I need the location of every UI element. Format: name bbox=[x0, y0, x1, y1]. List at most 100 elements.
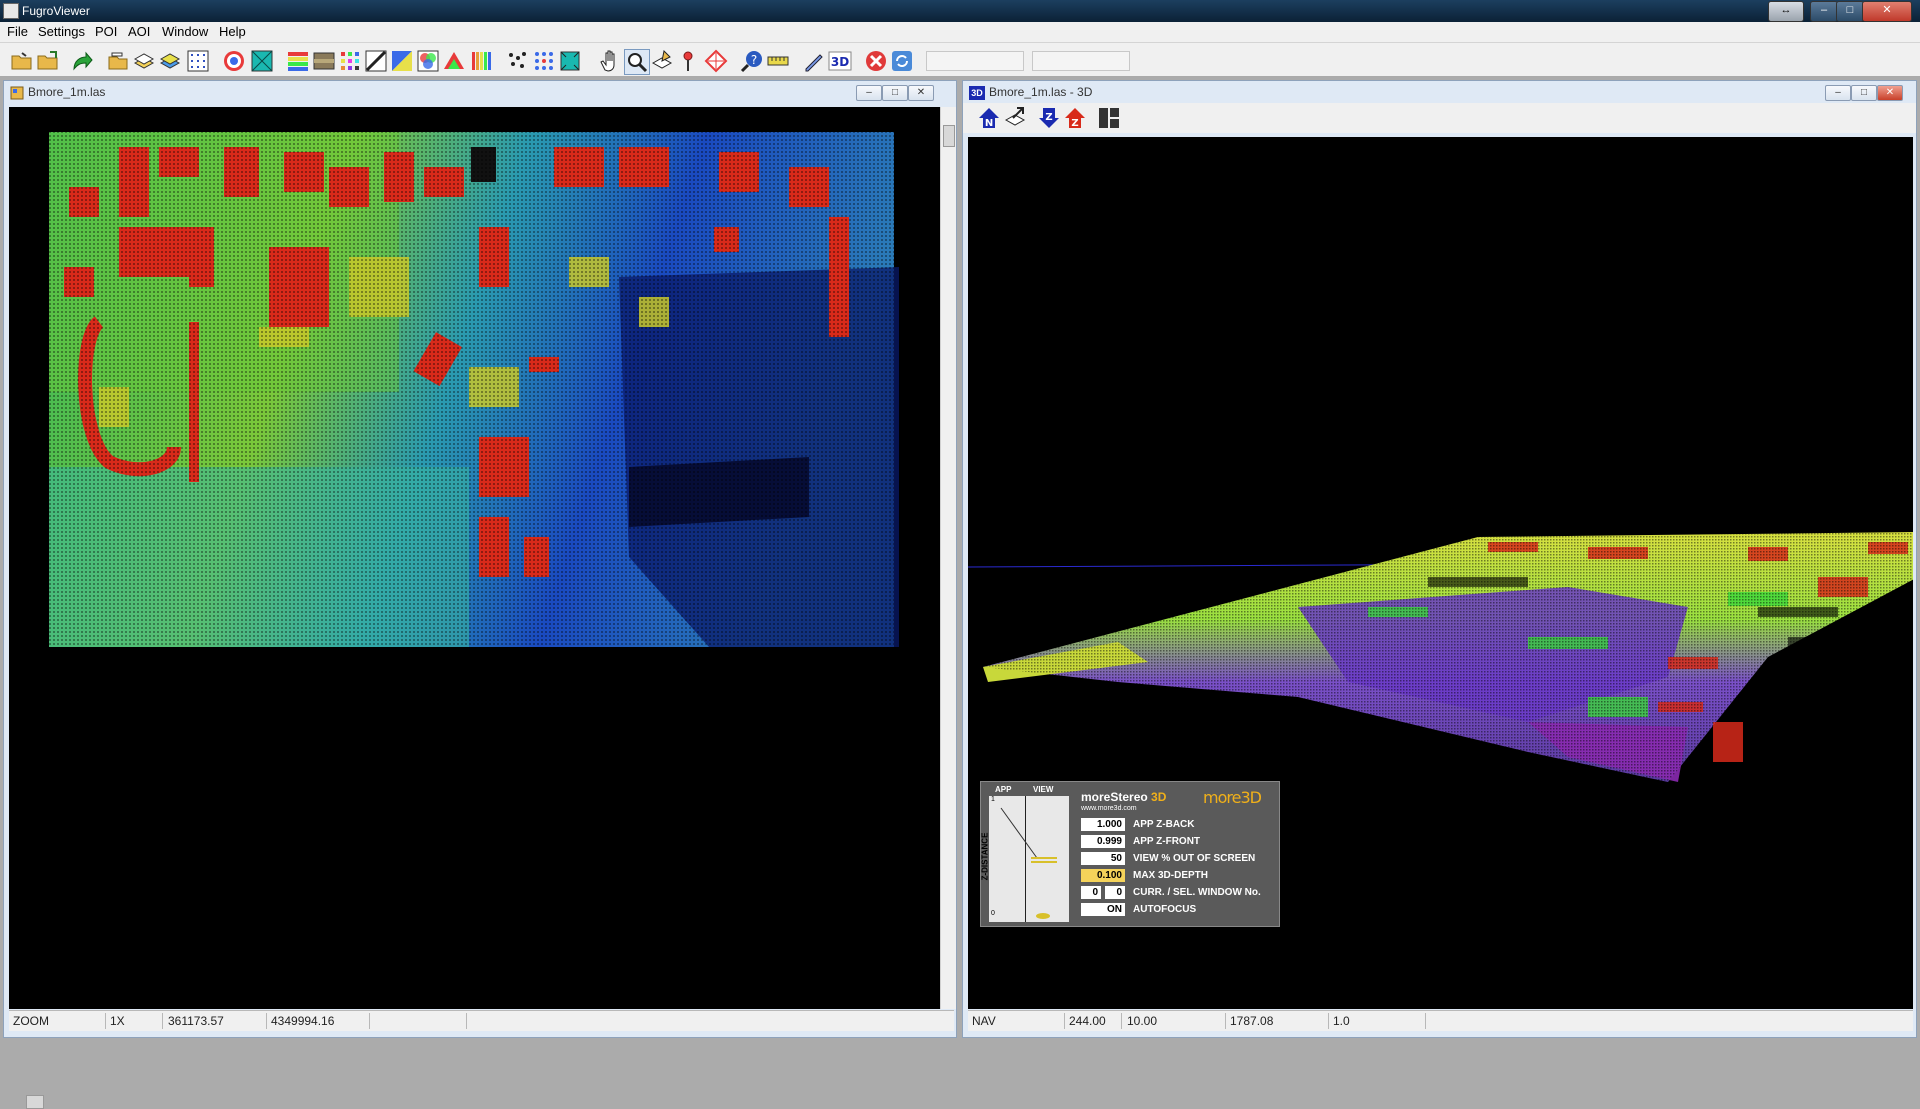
profile-icon[interactable] bbox=[650, 49, 674, 73]
lidar-raster bbox=[49, 132, 899, 647]
menu-aoi[interactable]: AOI bbox=[128, 24, 150, 39]
layers-stack-icon[interactable] bbox=[132, 49, 156, 73]
menu-file[interactable]: File bbox=[7, 24, 28, 39]
slope-icon[interactable] bbox=[364, 49, 388, 73]
layout-icon[interactable] bbox=[1097, 106, 1121, 130]
selected-window-value[interactable]: 0 bbox=[1105, 886, 1125, 899]
left-minimize-button[interactable]: – bbox=[856, 85, 882, 101]
ruler-icon[interactable] bbox=[766, 49, 790, 73]
minimize-button[interactable]: – bbox=[1810, 1, 1838, 22]
svg-text:?: ? bbox=[751, 53, 757, 67]
brand-url: www.more3d.com bbox=[1081, 805, 1137, 812]
menu-bar: File Settings POI AOI Window Help bbox=[0, 22, 1920, 43]
zoom-status: 1X bbox=[106, 1013, 163, 1029]
h-scroll-thumb[interactable] bbox=[26, 1095, 44, 1109]
close-red-icon[interactable] bbox=[864, 49, 888, 73]
3d-status-value-1: 244.00 bbox=[1065, 1013, 1122, 1029]
right-window-title-bar: 3D Bmore_1m.las - 3D bbox=[969, 81, 1092, 103]
left-vertical-scrollbar[interactable] bbox=[940, 107, 956, 1009]
left-view-window: Bmore_1m.las – □ ✕ ZOOM 1X 361173.57 434… bbox=[3, 80, 957, 1109]
color-ramp-icon[interactable] bbox=[286, 49, 310, 73]
elevation-spectrum-icon[interactable] bbox=[442, 49, 466, 73]
right-maximize-button[interactable]: □ bbox=[1851, 85, 1877, 101]
open-folder-icon[interactable] bbox=[36, 49, 60, 73]
z-down-icon[interactable]: Z bbox=[1037, 106, 1061, 130]
grid-points-icon[interactable] bbox=[186, 49, 210, 73]
menu-poi[interactable]: POI bbox=[95, 24, 117, 39]
layers-color-icon[interactable] bbox=[158, 49, 182, 73]
pin-icon[interactable] bbox=[676, 49, 700, 73]
point-cloud-2d-view[interactable] bbox=[9, 107, 940, 1009]
app-icon bbox=[3, 3, 19, 19]
query-info-icon[interactable]: ? bbox=[740, 49, 764, 73]
scatter-points-icon[interactable] bbox=[470, 49, 494, 73]
svg-text:N: N bbox=[985, 118, 993, 129]
autofocus-value[interactable]: ON bbox=[1081, 903, 1125, 916]
crosshair-icon[interactable] bbox=[704, 49, 728, 73]
view-out-of-screen-value[interactable]: 50 bbox=[1081, 852, 1125, 865]
3d-surface-icon[interactable] bbox=[558, 49, 582, 73]
right-close-button[interactable]: ✕ bbox=[1877, 85, 1903, 101]
menu-help[interactable]: Help bbox=[219, 24, 246, 39]
app-z-front-value[interactable]: 0.999 bbox=[1081, 835, 1125, 848]
export-arrow-icon[interactable] bbox=[70, 49, 94, 73]
pan-hand-icon[interactable] bbox=[598, 49, 622, 73]
left-window-title: Bmore_1m.las bbox=[28, 85, 106, 99]
right-3d-window: 3D Bmore_1m.las - 3D – □ ✕ N Z Z APP VIE… bbox=[962, 80, 1917, 1038]
current-window-value[interactable]: 0 bbox=[1081, 886, 1101, 899]
y-coordinate-status: 4349994.16 bbox=[267, 1013, 370, 1029]
app-column-label: APP bbox=[995, 785, 1012, 794]
svg-text:3D: 3D bbox=[831, 55, 849, 69]
lidar-surface bbox=[983, 532, 1913, 782]
surface-icon[interactable] bbox=[532, 49, 556, 73]
svg-text:Z: Z bbox=[1045, 112, 1052, 123]
layers-open-icon[interactable] bbox=[106, 49, 130, 73]
open-file-icon[interactable] bbox=[10, 49, 34, 73]
intensity-icon[interactable] bbox=[312, 49, 336, 73]
view-column-label: VIEW bbox=[1033, 785, 1054, 794]
right-minimize-button[interactable]: – bbox=[1825, 85, 1851, 101]
3d-status-value-2: 10.00 bbox=[1123, 1013, 1226, 1029]
app-z-back-value[interactable]: 1.000 bbox=[1081, 818, 1125, 831]
toolbar-field-1[interactable] bbox=[926, 51, 1024, 71]
rgb-icon[interactable] bbox=[416, 49, 440, 73]
main-toolbar: ? 3D bbox=[0, 43, 1920, 77]
point-grid-icon[interactable] bbox=[506, 49, 530, 73]
tin-surface-icon[interactable] bbox=[250, 49, 274, 73]
left-maximize-button[interactable]: □ bbox=[882, 85, 908, 101]
window-number-label: CURR. / SEL. WINDOW No. bbox=[1133, 887, 1261, 898]
z-up-icon[interactable]: Z bbox=[1063, 106, 1087, 130]
las-file-icon bbox=[10, 86, 24, 100]
menu-window[interactable]: Window bbox=[162, 24, 208, 39]
palette-icon[interactable] bbox=[338, 49, 362, 73]
scroll-thumb[interactable] bbox=[943, 125, 955, 147]
max-3d-depth-value[interactable]: 0.100 bbox=[1081, 869, 1125, 882]
left-close-button[interactable]: ✕ bbox=[908, 85, 934, 101]
refresh-icon[interactable] bbox=[890, 49, 914, 73]
app-z-front-label: APP Z-FRONT bbox=[1133, 836, 1201, 847]
brand-name: moreStereo bbox=[1081, 790, 1148, 804]
view-out-of-screen-label: VIEW % OUT OF SCREEN bbox=[1133, 853, 1256, 864]
3d-status-value-3: 1787.08 bbox=[1226, 1013, 1329, 1029]
zoom-icon[interactable] bbox=[624, 49, 650, 75]
brand-suffix: 3D bbox=[1151, 790, 1167, 804]
right-window-title: Bmore_1m.las - 3D bbox=[989, 85, 1093, 99]
point-cloud-3d-view[interactable]: APP VIEW Z-DISTANCE 1 0 moreStereo 3D ww… bbox=[968, 137, 1913, 1009]
3d-view-icon[interactable]: 3D bbox=[828, 49, 852, 73]
app-z-back-label: APP Z-BACK bbox=[1133, 819, 1195, 830]
classification-icon[interactable] bbox=[390, 49, 414, 73]
restore-arrows-button[interactable]: ↔ bbox=[1768, 1, 1804, 22]
app-slider-line bbox=[1000, 807, 1057, 919]
app-title: FugroViewer bbox=[22, 4, 90, 18]
z-distance-gauge: Z-DISTANCE 1 0 bbox=[980, 796, 1069, 922]
measure-pencil-icon[interactable] bbox=[802, 49, 826, 73]
north-icon[interactable]: N bbox=[977, 106, 1001, 130]
close-button[interactable]: ✕ bbox=[1862, 1, 1912, 22]
lidar-top-view bbox=[49, 132, 899, 647]
left-status-bar: ZOOM 1X 361173.57 4349994.16 bbox=[9, 1010, 954, 1031]
maximize-button[interactable]: □ bbox=[1836, 1, 1864, 22]
menu-settings[interactable]: Settings bbox=[38, 24, 85, 39]
export-view-icon[interactable] bbox=[1003, 106, 1027, 130]
toolbar-field-2[interactable] bbox=[1032, 51, 1130, 71]
target-icon[interactable] bbox=[222, 49, 246, 73]
